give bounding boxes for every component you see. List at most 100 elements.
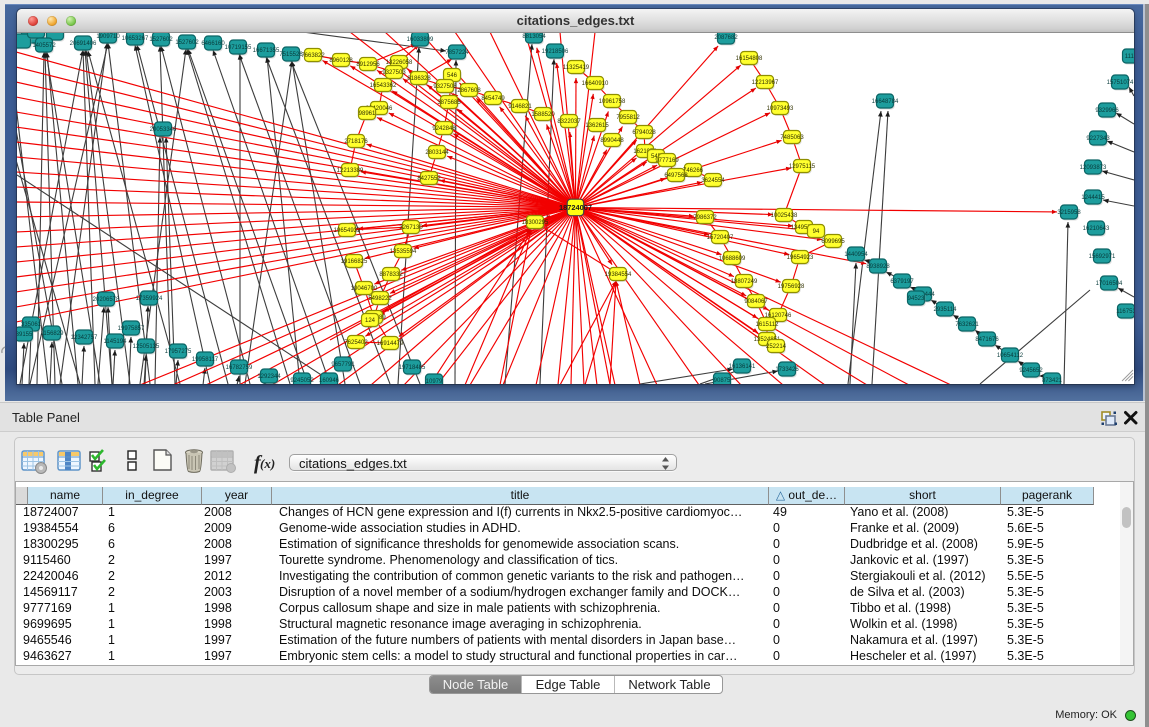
svg-text:3624554: 3624554 — [701, 178, 725, 184]
svg-text:18807249: 18807249 — [731, 279, 758, 285]
svg-text:2718176: 2718176 — [344, 139, 368, 145]
svg-text:19218506: 19218506 — [542, 49, 569, 55]
svg-text:10719155: 10719155 — [225, 45, 252, 51]
svg-text:39155: 39155 — [17, 332, 33, 338]
svg-text:1527602: 1527602 — [149, 37, 173, 43]
svg-text:10973493: 10973493 — [767, 106, 794, 112]
svg-text:9084067: 9084067 — [744, 299, 768, 305]
svg-text:7955812: 7955812 — [616, 115, 640, 121]
svg-text:1733426: 1733426 — [775, 367, 799, 373]
svg-text:12213389: 12213389 — [337, 168, 364, 174]
svg-text:20206578: 20206578 — [93, 297, 120, 303]
svg-text:16136141: 16136141 — [729, 364, 756, 370]
svg-text:10961758: 10961758 — [599, 99, 626, 105]
svg-text:10653267: 10653267 — [122, 36, 149, 42]
svg-text:8878332: 8878332 — [379, 272, 403, 278]
svg-text:19654933: 19654933 — [334, 228, 361, 234]
svg-text:2087682: 2087682 — [714, 35, 738, 41]
svg-text:20691406: 20691406 — [70, 41, 97, 47]
svg-text:17359924: 17359924 — [136, 296, 163, 302]
svg-text:8938928: 8938928 — [866, 264, 890, 270]
svg-text:20053346: 20053346 — [150, 127, 177, 133]
svg-text:2867608: 2867608 — [457, 88, 481, 94]
svg-text:(x): (x) — [260, 456, 275, 471]
svg-text:1588520: 1588520 — [531, 112, 555, 118]
svg-text:19166825: 19166825 — [341, 259, 368, 265]
svg-text:1292344: 1292344 — [257, 374, 281, 380]
svg-text:19756928: 19756928 — [778, 284, 805, 290]
svg-text:16033809: 16033809 — [407, 37, 434, 43]
svg-text:1244415: 1244415 — [1081, 195, 1105, 201]
svg-text:8186328: 8186328 — [407, 76, 431, 82]
svg-text:90875: 90875 — [714, 378, 731, 384]
svg-text:16914479: 16914479 — [377, 341, 404, 347]
svg-text:10025438: 10025438 — [771, 213, 798, 219]
svg-text:2935114: 2935114 — [934, 307, 958, 313]
svg-text:8427552: 8427552 — [417, 176, 441, 182]
svg-text:7625402: 7625402 — [344, 340, 368, 346]
svg-text:16640910: 16640910 — [582, 81, 609, 87]
svg-text:19958117: 19958117 — [192, 357, 219, 363]
svg-text:7485063: 7485063 — [780, 135, 804, 141]
svg-text:1909710: 1909710 — [96, 34, 120, 40]
svg-text:1440954: 1440954 — [844, 252, 868, 258]
svg-text:12505135: 12505135 — [133, 344, 160, 350]
svg-text:9327508: 9327508 — [433, 84, 457, 90]
svg-text:546: 546 — [447, 73, 458, 79]
svg-text:252214: 252214 — [766, 344, 787, 350]
svg-text:1156829: 1156829 — [41, 331, 65, 337]
svg-text:13535594: 13535594 — [390, 249, 417, 255]
svg-text:9245052: 9245052 — [290, 378, 314, 384]
svg-text:9245652: 9245652 — [1019, 368, 1043, 374]
svg-text:12213967: 12213967 — [752, 80, 779, 86]
svg-text:2803144: 2803144 — [425, 150, 449, 156]
svg-text:8960128: 8960128 — [329, 58, 353, 64]
svg-text:8454749: 8454749 — [481, 96, 505, 102]
svg-text:12975115: 12975115 — [789, 164, 816, 170]
svg-text:19718485: 19718485 — [399, 365, 426, 371]
svg-text:3267130: 3267130 — [399, 225, 423, 231]
svg-text:124: 124 — [365, 318, 376, 324]
svg-text:98961: 98961 — [359, 111, 376, 117]
svg-text:19975857: 19975857 — [118, 326, 145, 332]
svg-text:6794028: 6794028 — [632, 130, 656, 136]
svg-text:9227343: 9227343 — [1086, 136, 1110, 142]
svg-text:6379197: 6379197 — [890, 279, 914, 285]
svg-text:11325419: 11325419 — [563, 65, 590, 71]
svg-text:94: 94 — [813, 229, 820, 235]
svg-text:16154808: 16154808 — [736, 56, 763, 62]
svg-text:15720407: 15720407 — [707, 235, 734, 241]
svg-text:15751074: 15751074 — [1107, 80, 1134, 86]
svg-text:5498222: 5498222 — [368, 296, 392, 302]
svg-text:9329966: 9329966 — [1095, 108, 1119, 114]
svg-text:6497568: 6497568 — [664, 173, 688, 179]
svg-text:3215958: 3215958 — [1057, 210, 1081, 216]
svg-text:1145194: 1145194 — [104, 339, 128, 345]
svg-text:15692971: 15692971 — [1089, 254, 1116, 260]
svg-text:9146821: 9146821 — [508, 104, 532, 110]
svg-text:7857224: 7857224 — [445, 50, 469, 56]
svg-text:10654112: 10654112 — [997, 353, 1024, 359]
svg-text:8322037: 8322037 — [557, 119, 581, 125]
svg-text:12093873: 12093873 — [1080, 165, 1107, 171]
svg-text:160946: 160946 — [319, 378, 340, 384]
svg-text:8813054: 8813054 — [522, 34, 546, 40]
svg-text:18724007: 18724007 — [559, 203, 592, 212]
svg-text:8471676: 8471676 — [975, 337, 999, 343]
svg-text:1362615: 1362615 — [585, 123, 609, 129]
svg-text:17957275: 17957275 — [165, 349, 192, 355]
svg-text:17016504: 17016504 — [1096, 281, 1123, 287]
svg-text:7632621: 7632621 — [955, 322, 979, 328]
svg-text:7663822: 7663822 — [301, 53, 325, 59]
svg-text:16210643: 16210643 — [1083, 226, 1110, 232]
svg-text:1527602: 1527602 — [175, 40, 199, 46]
svg-text:1615112: 1615112 — [756, 322, 780, 328]
svg-text:18300295: 18300295 — [522, 220, 549, 226]
svg-text:8990448: 8990448 — [600, 138, 624, 144]
svg-text:9657791: 9657791 — [331, 362, 355, 368]
svg-text:116753: 116753 — [1116, 309, 1134, 315]
svg-text:9777169: 9777169 — [655, 158, 679, 164]
svg-text:16671355: 16671355 — [253, 48, 280, 54]
svg-text:9242848: 9242848 — [432, 126, 456, 132]
svg-text:9327503: 9327503 — [382, 70, 406, 76]
